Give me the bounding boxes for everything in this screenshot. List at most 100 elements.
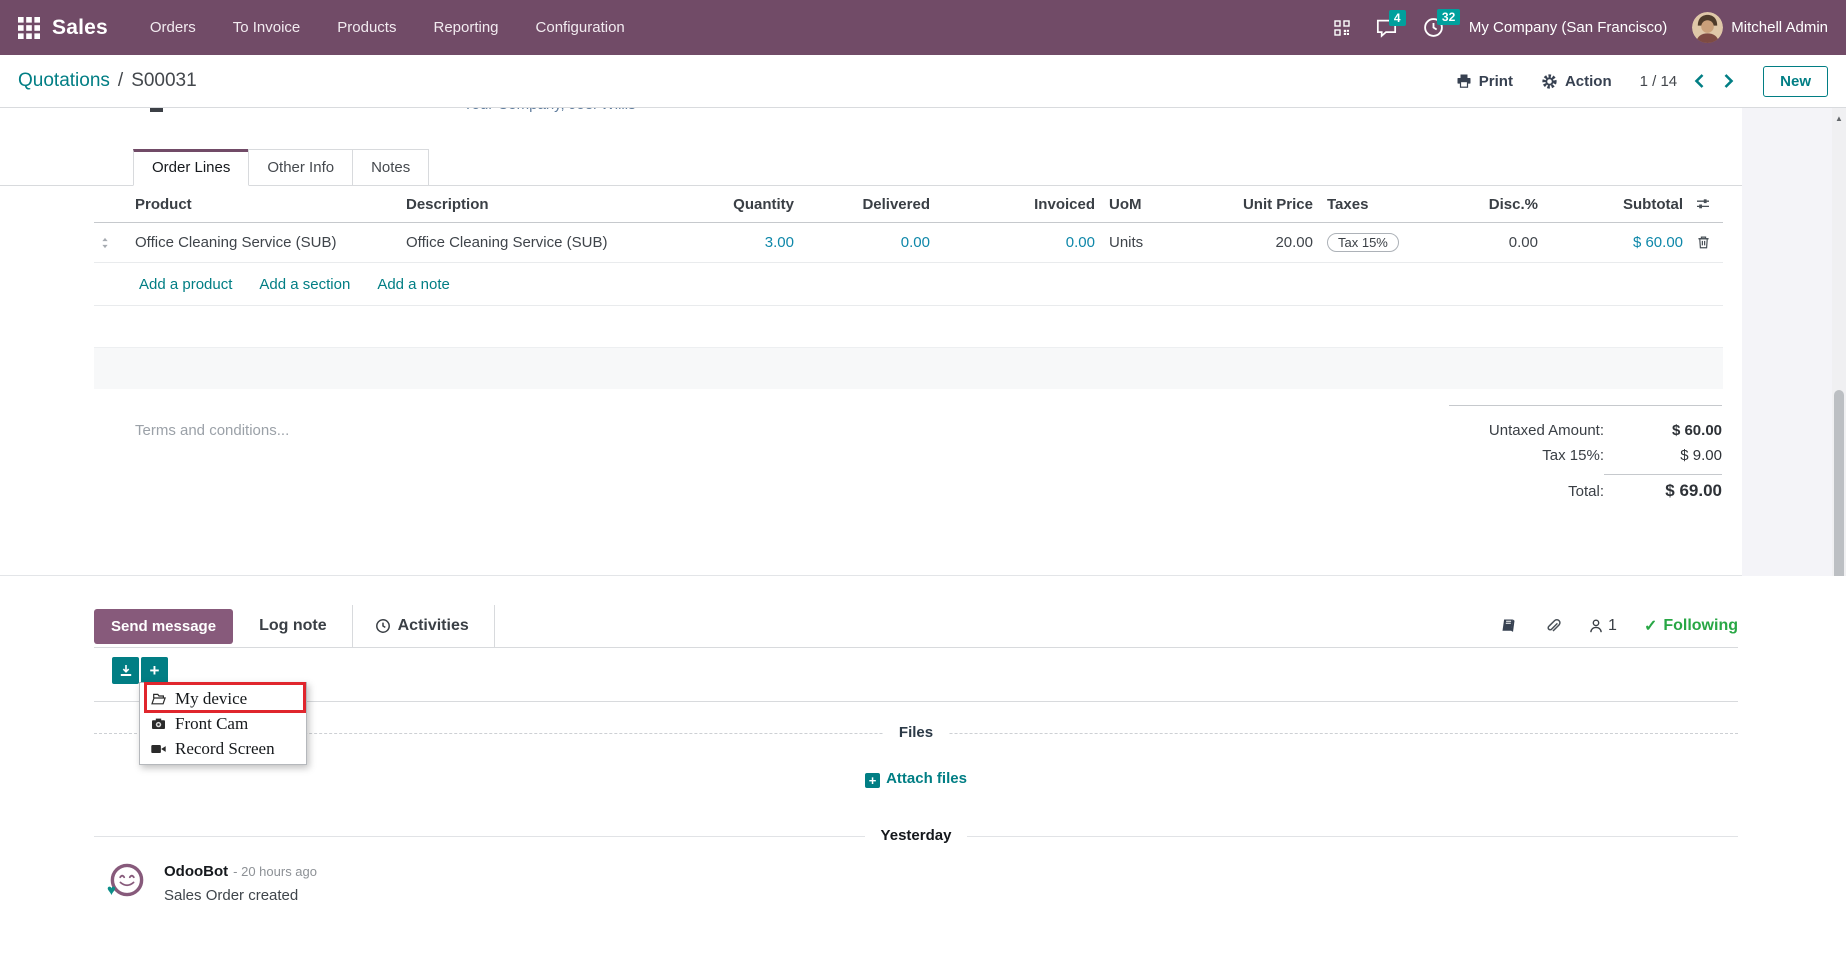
tab-other-info[interactable]: Other Info (248, 149, 353, 185)
terms-placeholder[interactable]: Terms and conditions... (135, 422, 289, 439)
activities-clock-icon[interactable]: 32 (1423, 17, 1444, 38)
pager-prev-icon[interactable] (1693, 73, 1706, 89)
table-header-row: Product Description Quantity Delivered I… (94, 186, 1723, 223)
col-product[interactable]: Product (116, 196, 399, 213)
followers-button[interactable]: 1 (1588, 617, 1617, 635)
record-pager: 1 / 14 (1640, 73, 1736, 90)
activities-button[interactable]: Activities (375, 617, 469, 635)
menu-orders[interactable]: Orders (150, 19, 196, 36)
company-switcher[interactable]: My Company (San Francisco) (1469, 19, 1667, 36)
cell-invoiced[interactable]: 0.00 (930, 234, 1095, 251)
apps-grid-icon[interactable] (18, 17, 40, 39)
book-icon[interactable] (1500, 618, 1517, 634)
pager-next-icon[interactable] (1722, 73, 1735, 89)
new-button[interactable]: New (1763, 66, 1828, 97)
user-menu[interactable]: Mitchell Admin (1692, 12, 1828, 43)
cell-disc[interactable]: 0.00 (1453, 234, 1538, 251)
cell-quantity[interactable]: 3.00 (694, 234, 794, 251)
tax-row: Tax 15%: $ 9.00 (1449, 443, 1722, 468)
qr-icon[interactable] (1334, 20, 1350, 36)
row-handle-icon[interactable] (94, 236, 116, 250)
col-description[interactable]: Description (399, 196, 694, 213)
col-invoiced[interactable]: Invoiced (930, 196, 1095, 213)
message-body: Sales Order created (164, 887, 298, 904)
form-sheet: Your Company, Joel Willis Order Lines Ot… (0, 108, 1742, 576)
tax-value: $ 9.00 (1604, 447, 1722, 464)
main-menu: Orders To Invoice Products Reporting Con… (150, 19, 625, 36)
untaxed-amount-value: $ 60.00 (1604, 422, 1722, 439)
add-attachment-icon[interactable]: + (141, 657, 168, 684)
sheet-right-gutter (1742, 108, 1832, 576)
app-name[interactable]: Sales (52, 16, 108, 40)
user-name: Mitchell Admin (1731, 19, 1828, 36)
menu-item-front-cam[interactable]: Front Cam (140, 711, 306, 736)
attach-files-button[interactable]: +Attach files (94, 770, 1738, 788)
breadcrumb-quotations[interactable]: Quotations (18, 70, 110, 92)
tax-badge[interactable]: Tax 15% (1327, 233, 1399, 252)
delete-icon[interactable] (1683, 235, 1723, 250)
breadcrumb-current: S00031 (131, 70, 197, 92)
breadcrumb-separator: / (118, 70, 123, 92)
order-line-row: Office Cleaning Service (SUB) Office Cle… (94, 223, 1723, 263)
clipped-scrolled-row: Your Company, Joel Willis (0, 108, 1742, 113)
cell-product[interactable]: Office Cleaning Service (SUB) (116, 234, 399, 251)
camera-icon (150, 716, 167, 732)
control-panel-actions: Print Action 1 / 14 New (1456, 66, 1828, 97)
navbar-systray: 4 32 My Company (San Francisco) Mitchell… (1334, 12, 1828, 43)
cell-subtotal[interactable]: $ 60.00 (1538, 234, 1683, 251)
toolbar-divider (352, 605, 353, 648)
menu-item-my-device[interactable]: My device (140, 686, 306, 711)
cell-description[interactable]: Office Cleaning Service (SUB) (399, 234, 694, 251)
upload-icon[interactable] (112, 657, 139, 684)
following-button[interactable]: ✓ Following (1644, 616, 1738, 636)
menu-reporting[interactable]: Reporting (433, 19, 498, 36)
content-area: ▲ Your Company, Joel Willis Order Lines … (0, 108, 1846, 966)
menu-configuration[interactable]: Configuration (536, 19, 625, 36)
col-uom[interactable]: UoM (1095, 196, 1183, 213)
add-a-product-link[interactable]: Add a product (139, 276, 232, 293)
attach-source-menu: My device Front Cam Record Screen (139, 682, 307, 765)
empty-row (94, 306, 1723, 348)
log-note-button[interactable]: Log note (259, 617, 327, 635)
print-button[interactable]: Print (1456, 73, 1513, 90)
attachment-buttons: + (112, 657, 168, 684)
notebook-tabs: Order Lines Other Info Notes (0, 149, 1742, 186)
add-a-section-link[interactable]: Add a section (259, 276, 350, 293)
messages-badge: 4 (1389, 10, 1406, 26)
col-disc[interactable]: Disc.% (1453, 196, 1538, 213)
menu-to-invoice[interactable]: To Invoice (233, 19, 301, 36)
heart-icon: ♥ (107, 883, 116, 898)
add-a-note-link[interactable]: Add a note (377, 276, 450, 293)
col-delivered[interactable]: Delivered (794, 196, 930, 213)
message-author[interactable]: OdooBot (164, 863, 228, 880)
menu-products[interactable]: Products (337, 19, 396, 36)
menu-item-record-screen[interactable]: Record Screen (140, 736, 306, 761)
col-quantity[interactable]: Quantity (694, 196, 794, 213)
paperclip-icon[interactable] (1544, 618, 1561, 635)
chatter-toolbar: Send message Log note Activities 1 (94, 605, 1738, 648)
col-unit-price[interactable]: Unit Price (1183, 196, 1313, 213)
tab-notes[interactable]: Notes (352, 149, 429, 185)
cell-unit-price[interactable]: 20.00 (1183, 234, 1313, 251)
chatter-systray: 1 ✓ Following (1500, 616, 1738, 636)
action-gear-icon (1541, 73, 1558, 90)
cell-uom[interactable]: Units (1095, 234, 1183, 251)
clipped-label-fragment (150, 108, 163, 112)
totals-block: Untaxed Amount: $ 60.00 Tax 15%: $ 9.00 … (1449, 405, 1722, 505)
odoobot-avatar: ♥ (110, 863, 144, 897)
col-taxes[interactable]: Taxes (1313, 196, 1453, 213)
message-header: OdooBot- 20 hours ago (164, 863, 317, 880)
cell-delivered[interactable]: 0.00 (794, 234, 930, 251)
date-divider-label: Yesterday (865, 827, 968, 844)
send-message-button[interactable]: Send message (94, 609, 233, 644)
composer-bottom-border (94, 701, 1738, 702)
col-subtotal[interactable]: Subtotal (1538, 196, 1683, 213)
messages-icon[interactable]: 4 (1375, 18, 1398, 38)
toolbar-divider (494, 605, 495, 648)
action-button[interactable]: Action (1541, 73, 1612, 90)
tab-order-lines[interactable]: Order Lines (133, 149, 249, 186)
chatter: Send message Log note Activities 1 (0, 576, 1846, 966)
followers-count: 1 (1608, 617, 1617, 635)
scroll-up-icon[interactable]: ▲ (1832, 108, 1846, 123)
columns-icon[interactable] (1683, 196, 1723, 212)
